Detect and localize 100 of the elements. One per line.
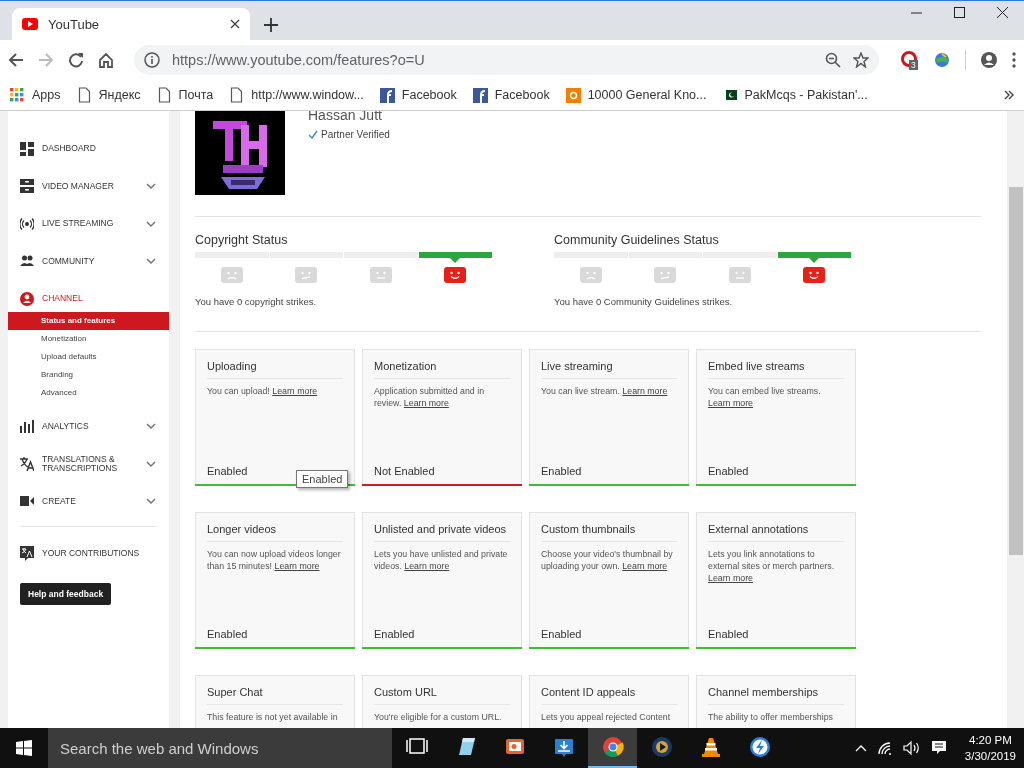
round-app-icon [748,736,771,758]
feature-status: Enabled [541,628,582,640]
sidebar-item[interactable]: TRANSLATIONS & TRANSCRIPTIONS [8,445,169,483]
profile-icon[interactable] [980,51,998,69]
meh-face-icon [654,267,677,283]
bookmark[interactable]: Яндекс [76,87,141,103]
download-icon [552,736,575,758]
sidebar-subitem[interactable]: Advanced [8,383,169,402]
bookmark[interactable]: Facebook [472,87,550,103]
chevron-up-icon[interactable] [854,744,867,752]
feature-status: Enabled [207,628,248,640]
address-bar[interactable]: https://www.youtube.com/features?o=U [134,45,879,75]
close-icon[interactable] [230,19,240,29]
chevron-down-icon[interactable] [145,256,157,267]
media-disc-icon [650,736,673,758]
apps-icon [10,87,25,103]
channel-icon [20,291,34,306]
feature-description: The ability to offer memberships [708,711,834,723]
translate-icon [20,456,34,471]
zoom-out-icon[interactable] [825,52,841,68]
traffic-cone-icon [699,736,722,758]
learn-more-link[interactable]: Learn more [708,573,753,583]
wifi-icon[interactable] [876,741,893,755]
feature-title: Longer videos [207,523,343,542]
sidebar-subitem[interactable]: Upload defaults [8,347,169,366]
feature-title: External annotations [708,523,844,542]
page-icon [229,87,245,103]
chevron-down-icon[interactable] [145,218,157,229]
star-icon[interactable] [853,52,869,68]
sidebar-item[interactable]: YOUR CONTRIBUTIONS [8,535,169,573]
learn-more-link[interactable]: Learn more [708,398,753,408]
play-logo-icon [22,18,38,30]
sidebar-item[interactable]: DASHBOARD [8,130,169,168]
sidebar-subitem[interactable]: Branding [8,365,169,384]
feature-description: Application submitted and in review. Learn more [374,385,486,409]
info-icon[interactable] [144,52,160,68]
channel-name: Hassan Jutt [308,111,383,123]
notification-icon[interactable] [930,740,947,756]
sidebar-subitem[interactable]: Monetization [8,329,169,348]
search-field[interactable]: Search the web and Windows [48,728,392,768]
menu-icon[interactable] [1012,52,1016,68]
feature-description: You can now upload videos longer than 15 minutes! Learn more [207,548,342,572]
reload-icon[interactable] [68,52,84,68]
feature-status: Enabled [541,465,582,477]
sidebar-item[interactable]: CREATE [8,482,169,520]
feature-title: Custom URL [374,686,510,705]
learn-more-link[interactable]: Learn more [622,561,668,571]
learn-more-link[interactable]: Learn more [272,386,318,396]
feature-status: Enabled [708,465,749,477]
check-icon [308,130,318,139]
site-icon [379,87,395,103]
feature-title: Monetization [374,360,510,379]
learn-more-link[interactable]: Learn more [404,561,450,571]
community-icon [20,254,34,269]
feature-status: Enabled [374,628,415,640]
clock-time: 4:20 PM [969,733,1012,748]
maximize-icon[interactable] [954,7,965,18]
sidebar-item[interactable]: COMMUNITY [8,242,169,280]
chevron-down-icon[interactable] [145,421,157,432]
chevron-down-icon[interactable] [145,496,157,507]
windows-start-icon[interactable] [16,740,32,756]
chevron-down-icon[interactable] [145,181,157,192]
sidebar-item[interactable]: LIVE STREAMING [8,205,169,243]
sidebar-subitem[interactable]: Status and features [8,311,169,330]
video-manager-icon [20,179,34,194]
feature-description: You're eligible for a custom URL. [374,711,503,723]
dashboard-icon [20,141,34,156]
bookmark[interactable]: 10000 General Kno... [565,87,707,103]
feature-description: Choose your video's thumbnail by uploading your own. Learn more [541,548,674,572]
bookmark[interactable]: http://www.window... [229,87,364,103]
feature-title: Super Chat [207,686,343,705]
volume-icon[interactable] [902,741,921,755]
learn-more-link[interactable]: Learn more [403,398,449,408]
sidebar-item[interactable]: ANALYTICS [8,407,169,445]
learn-more-link[interactable]: Learn more [622,386,668,396]
plus-icon[interactable] [264,18,278,32]
feature-title: Live streaming [541,360,677,379]
taskbar-button[interactable] [588,728,637,768]
help-button[interactable]: Help and feedback [20,582,112,605]
back-icon[interactable] [8,52,24,68]
sidebar-item[interactable]: VIDEO MANAGER [8,167,169,205]
browser-tab[interactable]: YouTube [12,8,250,40]
close-icon[interactable] [997,7,1008,18]
analytics-icon [20,419,34,434]
flag-icon [722,87,738,103]
bookmark[interactable]: Apps [10,87,61,103]
strike-message: You have 0 Community Guidelines strikes. [554,296,734,307]
bookmark[interactable]: PakMcqs - Pakistan'... [722,87,868,103]
badge: 3 [909,60,918,70]
extension-icon[interactable] [901,51,919,69]
bookmark[interactable]: Почта [156,87,214,103]
globe-icon[interactable] [933,51,951,69]
bookmark[interactable]: Facebook [379,87,457,103]
clock-date: 3/30/2019 [964,749,1016,764]
learn-more-link[interactable]: Learn more [274,561,320,571]
chevron-right-icon[interactable] [1004,90,1014,100]
happy-face-icon [444,267,467,283]
feature-title: Channel memberships [708,686,844,705]
home-icon[interactable] [98,52,114,68]
chevron-down-icon[interactable] [145,458,157,469]
